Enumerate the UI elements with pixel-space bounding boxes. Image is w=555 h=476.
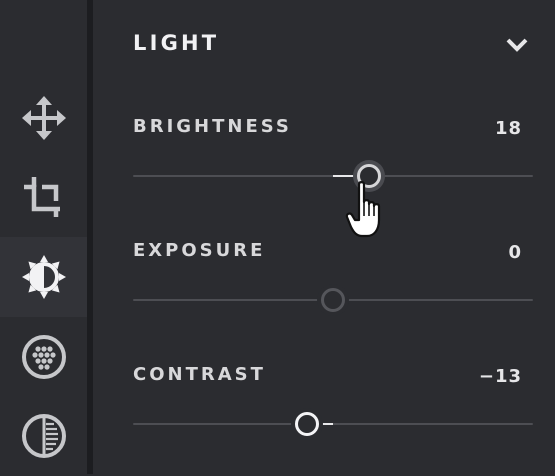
brightness-slider-knob[interactable]: [357, 164, 381, 188]
detail-icon: [21, 414, 66, 458]
contrast-value: −13: [478, 366, 522, 387]
light-tool-button[interactable]: [0, 237, 87, 317]
contrast-slider-knob[interactable]: [295, 412, 319, 436]
section-title: LIGHT: [133, 31, 220, 55]
contrast-control: CONTRAST −13: [133, 364, 533, 464]
detail-tool-button[interactable]: [0, 396, 87, 476]
exposure-slider-knob[interactable]: [321, 288, 345, 312]
light-icon: [21, 255, 66, 299]
contrast-slider[interactable]: [133, 404, 533, 444]
exposure-slider[interactable]: [133, 280, 533, 320]
exposure-label: EXPOSURE: [133, 240, 266, 261]
color-icon: [21, 335, 66, 379]
crop-icon: [23, 177, 60, 217]
contrast-label: CONTRAST: [133, 364, 266, 385]
crop-tool-button[interactable]: [0, 157, 87, 237]
section-header[interactable]: LIGHT: [133, 28, 528, 62]
exposure-control: EXPOSURE 0: [133, 240, 533, 340]
contrast-slider-track: [133, 423, 533, 425]
move-tool-button[interactable]: [0, 78, 87, 158]
color-tool-button[interactable]: [0, 317, 87, 397]
exposure-value: 0: [508, 242, 522, 263]
chevron-down-icon[interactable]: [506, 38, 528, 52]
adjustment-panel: LIGHT BRIGHTNESS 18 EXPOSURE 0 CONTRAST …: [93, 0, 555, 474]
brightness-slider[interactable]: [133, 156, 533, 196]
tool-sidebar: [0, 0, 87, 474]
brightness-value: 18: [494, 118, 522, 139]
move-icon: [21, 96, 66, 140]
brightness-label: BRIGHTNESS: [133, 116, 292, 137]
brightness-control: BRIGHTNESS 18: [133, 116, 533, 216]
